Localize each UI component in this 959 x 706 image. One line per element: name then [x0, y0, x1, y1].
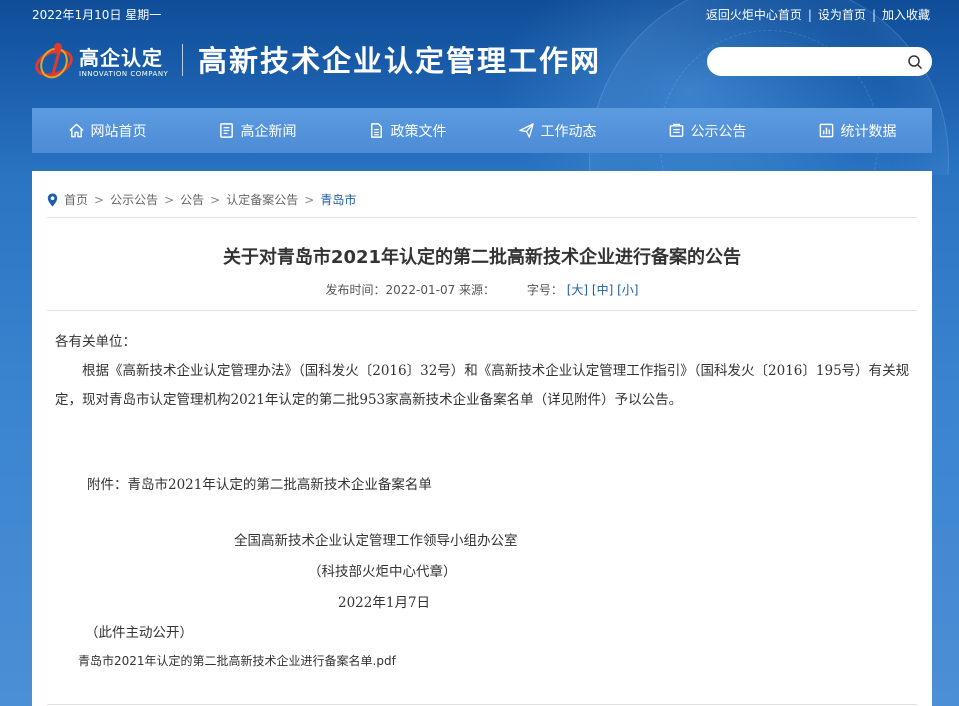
breadcrumb-separator: > — [304, 192, 315, 207]
document-icon — [370, 123, 382, 138]
nav-item-news[interactable]: 高企新闻 — [182, 108, 332, 153]
logo-en-text: INNOVATION COMPANY — [79, 70, 169, 78]
logo-emblem-icon — [33, 38, 77, 82]
nav-label: 统计数据 — [840, 123, 897, 140]
article-body: 各有关单位： 根据《高新技术企业认定管理办法》（国科发火〔2016〕32号）和《… — [55, 328, 910, 415]
font-size-medium-button[interactable]: [中] — [592, 283, 613, 297]
nav-label: 网站首页 — [90, 123, 147, 140]
nav-item-announcements[interactable]: 公示公告 — [632, 108, 782, 153]
article-meta: 发布时间：2022-01-07 来源： 字号： [大] [中] [小] — [32, 281, 932, 298]
content-panel: 首页 > 公示公告 > 公告 > 认定备案公告 > 青岛市 关于对青岛市2021… — [32, 171, 932, 706]
chart-icon — [819, 123, 833, 138]
attachment-line: 附件：青岛市2021年认定的第二批高新技术企业备案名单 — [87, 477, 432, 493]
location-pin-icon — [47, 193, 58, 206]
signature-date: 2022年1月7日 — [338, 595, 431, 611]
font-size-large-button[interactable]: [大] — [567, 283, 588, 297]
paper-plane-icon — [518, 123, 534, 138]
nav-label: 政策文件 — [390, 123, 447, 140]
divider — [47, 217, 917, 218]
logo-cn-text: 高企认定 — [79, 46, 163, 70]
nav-item-home[interactable]: 网站首页 — [32, 108, 182, 153]
nav-label: 高企新闻 — [240, 123, 297, 140]
breadcrumb-announcements[interactable]: 公示公告 — [110, 191, 158, 208]
top-links: 返回火炬中心首页 | 设为首页 | 加入收藏 — [706, 6, 930, 23]
news-icon — [219, 123, 233, 138]
search-box — [707, 47, 932, 76]
attachment-pdf-link[interactable]: 青岛市2021年认定的第二批高新技术企业进行备案名单.pdf — [78, 652, 396, 669]
breadcrumb-separator: > — [94, 192, 105, 207]
salutation: 各有关单位： — [55, 334, 136, 350]
font-size-label: 字号： — [526, 283, 563, 297]
nav-item-work-news[interactable]: 工作动态 — [482, 108, 632, 153]
font-size-small-button[interactable]: [小] — [617, 283, 638, 297]
logo-divider — [182, 44, 183, 76]
publish-info: 发布时间：2022-01-07 来源： — [325, 283, 496, 297]
article-paragraph: 根据《高新技术企业认定管理办法》（国科发火〔2016〕32号）和《高新技术企业认… — [55, 363, 910, 408]
nav-item-statistics[interactable]: 统计数据 — [782, 108, 932, 153]
search-icon[interactable] — [907, 54, 923, 70]
divider — [47, 310, 917, 311]
divider — [47, 704, 917, 705]
article-title: 关于对青岛市2021年认定的第二批高新技术企业进行备案的公告 — [222, 247, 742, 268]
public-note: （此件主动公开） — [85, 625, 193, 641]
separator: | — [807, 7, 812, 22]
separator: | — [871, 7, 876, 22]
nav-label: 工作动态 — [540, 123, 597, 140]
signature-org: 全国高新技术企业认定管理工作领导小组办公室 — [234, 533, 518, 549]
nav-label: 公示公告 — [690, 123, 747, 140]
nav-item-policy[interactable]: 政策文件 — [332, 108, 482, 153]
add-favorite-link[interactable]: 加入收藏 — [882, 6, 930, 23]
signature-sub: （科技部火炬中心代章） — [308, 564, 457, 580]
breadcrumb-home[interactable]: 首页 — [64, 191, 88, 208]
current-date: 2022年1月10日 星期一 — [32, 8, 162, 22]
search-input[interactable] — [720, 48, 905, 75]
site-logo[interactable]: 高企认定 INNOVATION COMPANY — [33, 38, 168, 82]
breadcrumb-filing-notices[interactable]: 认定备案公告 — [226, 191, 298, 208]
set-homepage-link[interactable]: 设为首页 — [818, 6, 866, 23]
site-title: 高新技术企业认定管理工作网 — [198, 44, 602, 78]
home-icon — [68, 123, 84, 138]
bulletin-icon — [669, 123, 683, 137]
breadcrumb-separator: > — [164, 192, 175, 207]
breadcrumb-separator: > — [210, 192, 221, 207]
breadcrumb-notices[interactable]: 公告 — [180, 191, 204, 208]
breadcrumb: 首页 > 公示公告 > 公告 > 认定备案公告 > 青岛市 — [47, 191, 356, 208]
breadcrumb-qingdao[interactable]: 青岛市 — [320, 191, 356, 208]
main-nav: 网站首页 高企新闻 政策文件 工作动态 公示公告 统计数据 — [32, 108, 932, 153]
return-torch-home-link[interactable]: 返回火炬中心首页 — [706, 6, 802, 23]
